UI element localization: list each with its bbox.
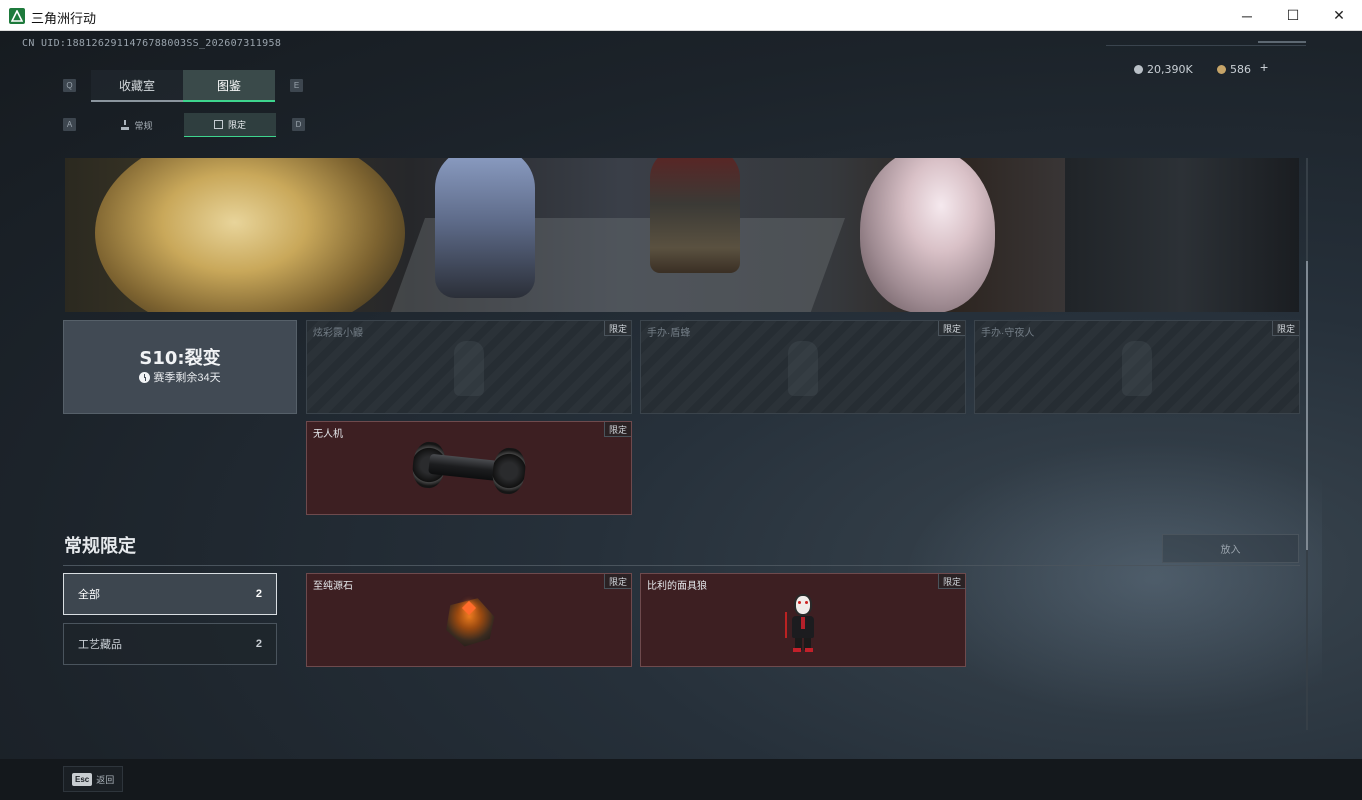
subtab-limited[interactable]: 限定: [184, 113, 276, 137]
silver-coin-icon: [1134, 64, 1143, 74]
season-remaining-label: 赛季剩余34天: [153, 372, 221, 384]
filter-count: 2: [255, 638, 262, 650]
picture-icon: [213, 120, 223, 129]
maximize-button[interactable]: ☐: [1270, 0, 1316, 31]
limited-badge: 限定: [937, 574, 965, 589]
astronaut-figure: [435, 158, 535, 298]
gem-item-image: [440, 591, 500, 653]
filter-craft-collectibles[interactable]: 工艺藏品 2: [63, 623, 277, 665]
puppet-item-image: [782, 594, 822, 654]
card-name: 比利的面具狼: [647, 581, 707, 592]
gold-coin-icon: [1217, 64, 1226, 74]
filter-all[interactable]: 全部 2: [63, 573, 277, 615]
filter-label: 全部: [78, 589, 100, 601]
collection-card[interactable]: 无人机 限定: [306, 421, 632, 515]
card-name: 手办·盾蜂: [647, 328, 691, 339]
season-banner-image: [65, 158, 1299, 312]
scrollbar-thumb[interactable]: [1306, 261, 1308, 550]
currency-balance: 20,390K: [1134, 62, 1193, 76]
subtab-limited-label: 限定: [227, 120, 246, 130]
golden-turtle-figure: [95, 158, 405, 312]
esc-key-hint: Esc: [72, 772, 93, 786]
back-label: 返回: [96, 774, 115, 785]
put-in-button[interactable]: 放入: [1162, 534, 1299, 563]
season-remaining: 赛季剩余34天: [64, 369, 296, 385]
collection-card[interactable]: 手办·盾蜂 限定: [640, 320, 966, 414]
locked-silhouette: [454, 341, 484, 396]
soldier-figure: [650, 158, 740, 273]
subtab-regular-label: 常规: [134, 120, 153, 131]
collection-card[interactable]: 比利的面具狼 限定: [640, 573, 966, 667]
window-titlebar: 三角洲行动 ─ ☐ ✕: [0, 0, 1362, 31]
premium-currency-balance: 586: [1217, 62, 1251, 76]
top-divider-accent: [1258, 41, 1306, 43]
user-uid: CN UID:1881262911476788003SS_20260731195…: [22, 38, 282, 49]
limited-badge: 限定: [603, 422, 631, 437]
clock-icon: [139, 371, 151, 383]
section-title: 常规限定: [64, 536, 136, 557]
subtab-regular[interactable]: 常规: [91, 113, 183, 137]
collection-card[interactable]: 手办·守夜人 限定: [974, 320, 1300, 414]
app-area: CN UID:1881262911476788003SS_20260731195…: [0, 31, 1362, 800]
card-name: 炫彩露小鼹: [313, 328, 363, 339]
filter-label: 工艺藏品: [78, 639, 122, 651]
subtab-next-key-hint[interactable]: D: [292, 118, 305, 131]
add-currency-button[interactable]: +: [1260, 59, 1268, 75]
flask-icon: [121, 120, 130, 130]
collection-card[interactable]: 炫彩露小鼹 限定: [306, 320, 632, 414]
card-name: 手办·守夜人: [981, 328, 1035, 339]
season-info-panel: S10:裂变 赛季剩余34天: [63, 320, 297, 414]
crate-object: [1065, 158, 1299, 312]
tab-collection-room[interactable]: 收藏室: [91, 70, 183, 102]
limited-badge: 限定: [603, 574, 631, 589]
locked-silhouette: [788, 341, 818, 396]
tab-prev-key-hint[interactable]: Q: [63, 79, 76, 92]
card-name: 至纯源石: [313, 581, 353, 592]
currency-value: 20,390K: [1147, 62, 1193, 76]
window-title: 三角洲行动: [31, 12, 97, 27]
limited-badge: 限定: [603, 321, 631, 336]
season-name: S10:裂变: [139, 348, 221, 369]
tab-codex[interactable]: 图鉴: [183, 70, 275, 102]
subtab-prev-key-hint[interactable]: A: [63, 118, 76, 131]
limited-badge: 限定: [937, 321, 965, 336]
back-button[interactable]: Esc 返回: [63, 766, 123, 792]
premium-currency-value: 586: [1230, 62, 1251, 76]
section-divider: [63, 565, 1300, 566]
locked-silhouette: [1122, 341, 1152, 396]
collection-card[interactable]: 至纯源石 限定: [306, 573, 632, 667]
app-logo-icon: [9, 8, 25, 24]
limited-badge: 限定: [1271, 321, 1299, 336]
minimize-button[interactable]: ─: [1224, 0, 1270, 31]
filter-count: 2: [255, 588, 262, 600]
close-button[interactable]: ✕: [1316, 0, 1362, 31]
egg-object: [860, 158, 995, 312]
tab-next-key-hint[interactable]: E: [290, 79, 303, 92]
card-name: 无人机: [313, 429, 343, 440]
footer-bar: Esc 返回: [0, 759, 1362, 800]
top-divider: [1106, 45, 1306, 46]
drone-item-image: [410, 436, 529, 502]
